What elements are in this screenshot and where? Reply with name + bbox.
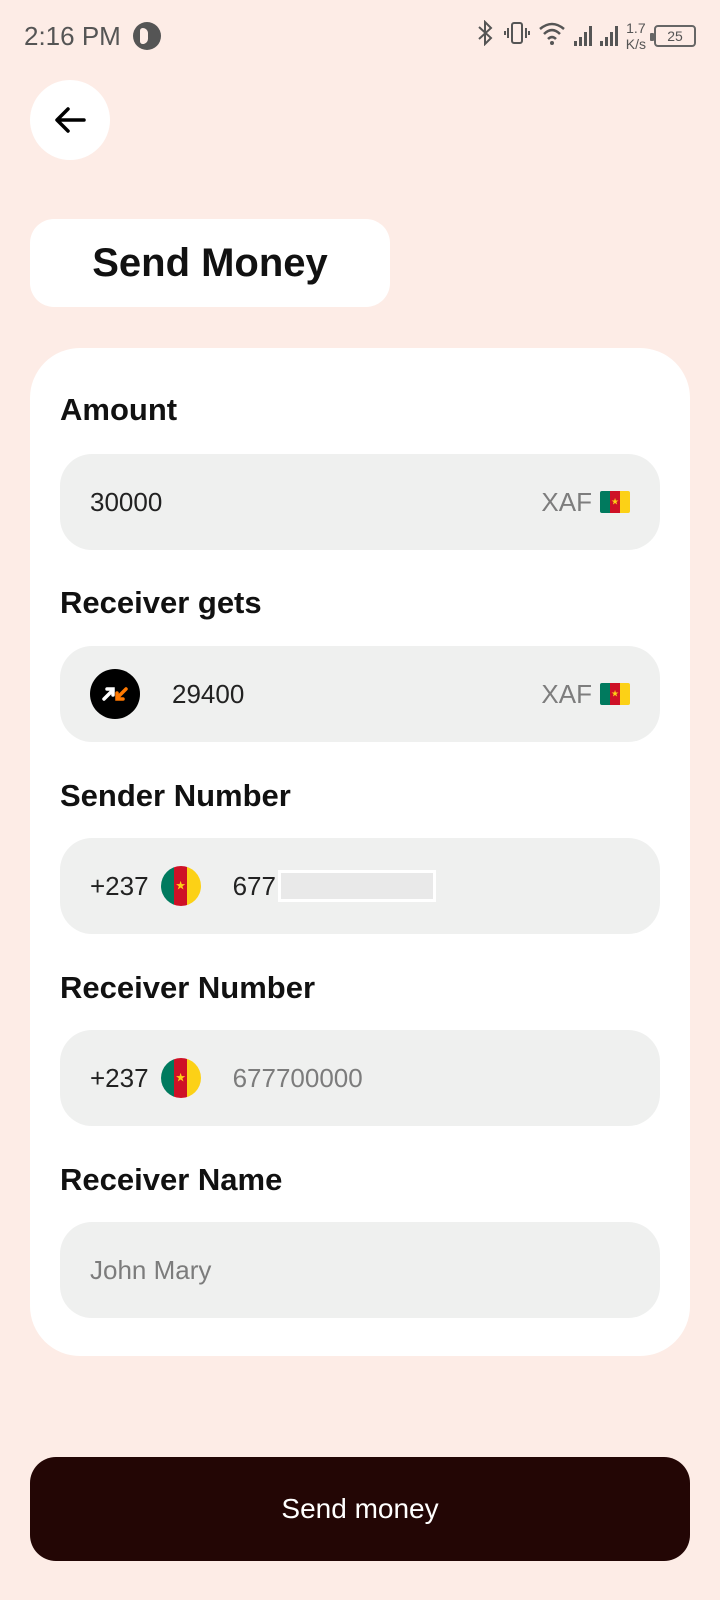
sender-country-code: +237 <box>90 870 149 901</box>
bluetooth-icon <box>476 19 496 52</box>
cameroon-flag-icon: ★ <box>160 1058 201 1098</box>
net-speed: 1.7 K/s <box>626 20 646 52</box>
status-left: 2:16 PM <box>24 21 161 52</box>
app-notification-icon <box>132 22 161 50</box>
receiver-gets-field: 29400 XAF ★ <box>60 646 660 742</box>
wifi-icon <box>538 21 566 51</box>
signal-icon-2 <box>599 26 618 46</box>
receiver-country-code: +237 <box>90 1062 149 1093</box>
receiver-gets-currency: XAF ★ <box>541 679 630 710</box>
receiver-name-field[interactable]: John Mary <box>60 1222 660 1318</box>
amount-currency-code: XAF <box>541 486 592 517</box>
sender-number-label: Sender Number <box>60 778 291 813</box>
battery-icon: 25 <box>650 25 696 47</box>
receiver-number-label: Receiver Number <box>60 970 316 1005</box>
signal-icon-1 <box>573 26 592 46</box>
net-speed-unit: K/s <box>625 36 646 52</box>
back-button[interactable] <box>30 80 110 160</box>
battery-level: 25 <box>667 28 683 44</box>
amount-value: 30000 <box>90 486 163 517</box>
receiver-gets-currency-code: XAF <box>541 678 592 709</box>
sender-number-value: 677 <box>232 870 276 901</box>
receiver-name-placeholder: John Mary <box>90 1254 212 1285</box>
receiver-gets-value: 29400 <box>172 678 245 709</box>
receiver-number-field[interactable]: +237 ★ 677700000 <box>60 1030 660 1126</box>
page-title-text: Send Money <box>92 240 328 285</box>
status-right: 1.7 K/s 25 <box>476 19 696 52</box>
cameroon-flag-icon: ★ <box>600 683 630 705</box>
send-money-button[interactable]: Send money <box>30 1457 690 1561</box>
orange-money-logo-icon <box>90 669 140 719</box>
status-time: 2:16 PM <box>24 20 121 51</box>
arrow-left-icon <box>55 107 86 133</box>
amount-currency: XAF ★ <box>541 487 630 518</box>
cameroon-flag-icon: ★ <box>160 866 201 906</box>
receiver-gets-label: Receiver gets <box>60 585 262 620</box>
redacted-number <box>277 870 436 902</box>
vibrate-icon <box>503 20 530 52</box>
send-money-button-label: Send money <box>281 1493 439 1524</box>
receiver-number-placeholder: 677700000 <box>232 1062 363 1093</box>
amount-label: Amount <box>60 392 178 427</box>
receiver-name-label: Receiver Name <box>60 1162 283 1197</box>
cameroon-flag-icon: ★ <box>600 491 630 513</box>
net-speed-value: 1.7 <box>626 20 646 36</box>
page-title: Send Money <box>30 219 390 307</box>
sender-number-field[interactable]: +237 ★ 677 <box>60 838 660 934</box>
amount-field[interactable]: 30000 XAF ★ <box>60 454 660 550</box>
status-bar: 2:16 PM 1.7 K/s 25 <box>0 0 720 72</box>
